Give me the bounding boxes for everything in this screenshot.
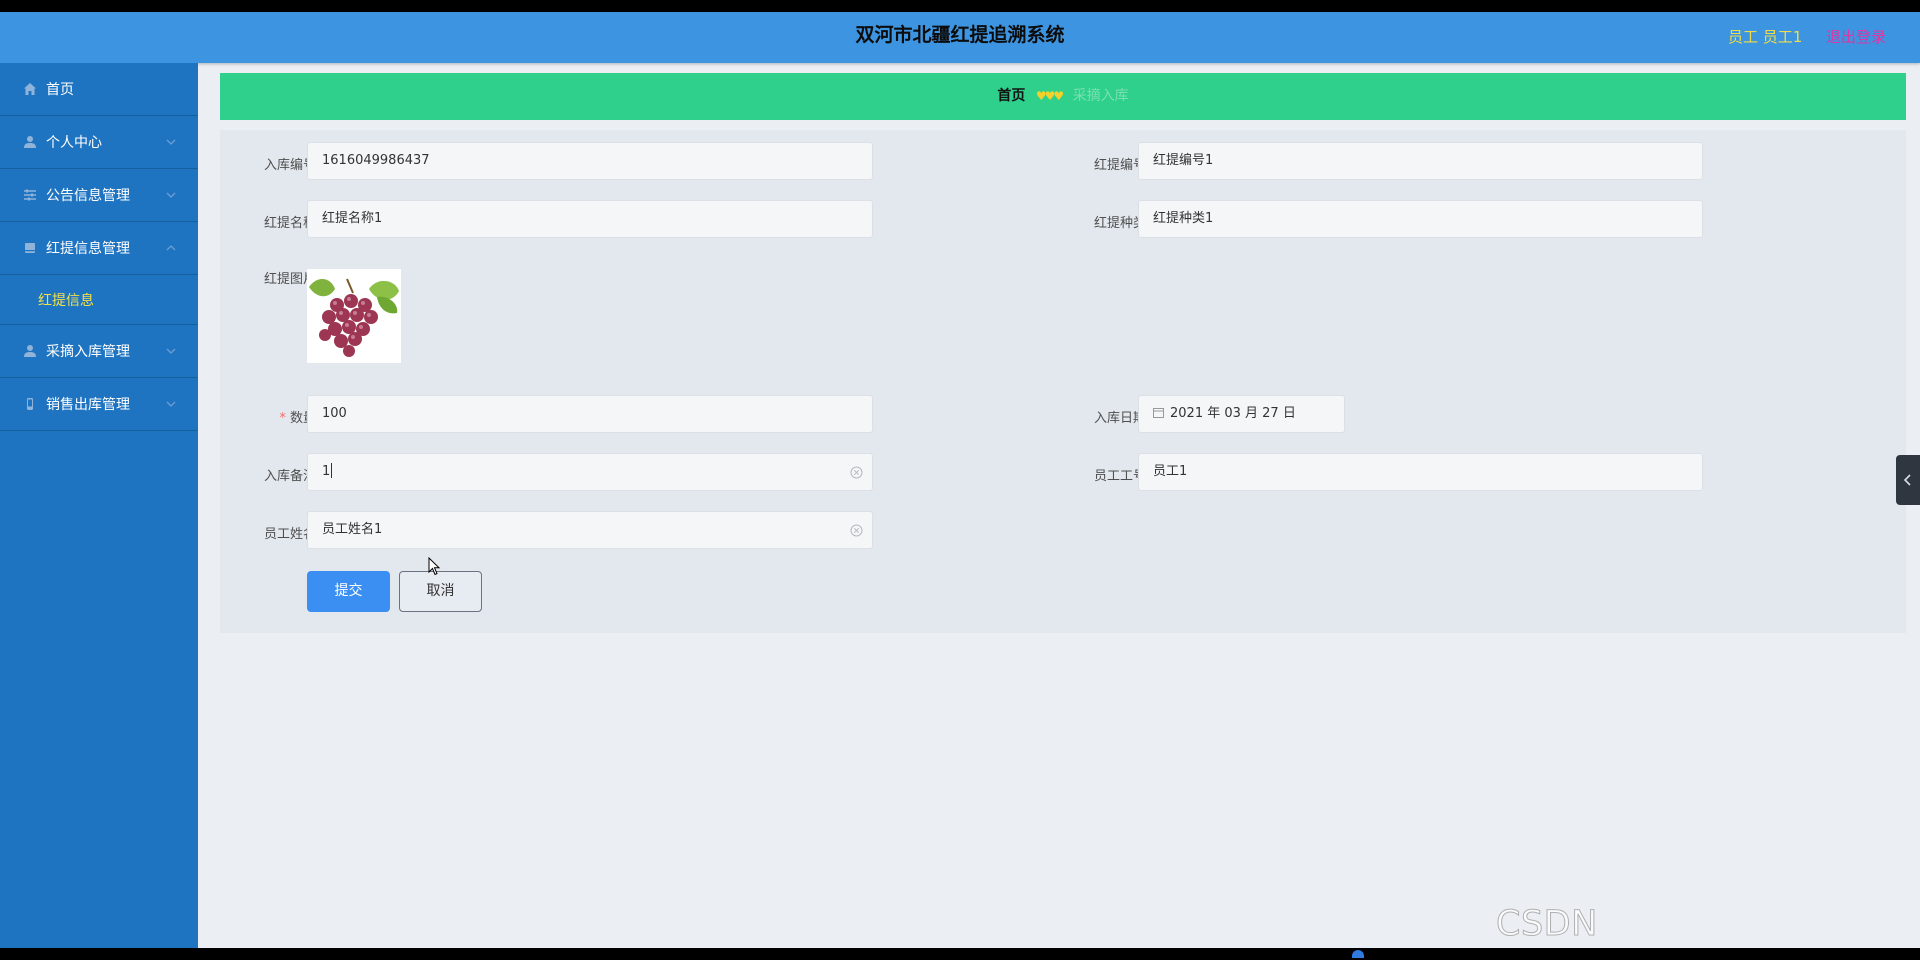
sidebar: 首页 个人中心 公告信息管理 红提信息管理 红提信息 采摘入库管理 销售出库管理 (0, 63, 198, 948)
hongtizl-label: 红提种类 (1093, 216, 1146, 231)
taskbar-indicator (1352, 950, 1364, 958)
clear-icon[interactable] (850, 524, 863, 537)
chevron-down-icon (166, 139, 176, 145)
rkbh-input[interactable]: 1616049986437 (307, 142, 873, 180)
sidebar-item-label: 采摘入库管理 (46, 344, 130, 360)
submit-button[interactable]: 提交 (307, 571, 390, 612)
ygh-label: 员工工号 (1093, 469, 1146, 484)
rkbz-input[interactable]: 1 (307, 453, 873, 491)
shuliang-label: * 数量 (236, 407, 316, 426)
sidebar-item-label: 红提信息管理 (46, 241, 130, 257)
box-icon (22, 240, 38, 256)
phone-icon (22, 396, 38, 412)
sidebar-item-notice[interactable]: 公告信息管理 (0, 169, 198, 222)
breadcrumb-separator: ♥♥♥ (1035, 89, 1064, 103)
cancel-button[interactable]: 取消 (399, 571, 482, 612)
breadcrumb-current: 采摘入库 (1072, 88, 1129, 104)
ygxm-input[interactable]: 员工姓名1 (307, 511, 873, 549)
chevron-down-icon (166, 192, 176, 198)
ygxm-value: 员工姓名1 (322, 522, 383, 537)
text-caret (331, 463, 333, 478)
sidebar-item-label: 公告信息管理 (46, 188, 130, 204)
sliders-icon (22, 187, 38, 203)
hongtibh-input[interactable]: 红提编号1 (1138, 142, 1703, 180)
hongtibh-label: 红提编号 (1093, 158, 1146, 173)
rkbh-label: 入库编号 (263, 158, 316, 173)
user-icon (22, 134, 38, 150)
chevron-down-icon (166, 401, 176, 407)
calendar-icon (1153, 408, 1164, 418)
sidebar-item-profile[interactable]: 个人中心 (0, 116, 198, 169)
required-mark: * (279, 411, 286, 426)
rkbz-value: 1 (322, 464, 331, 479)
hongtimc-input[interactable]: 红提名称1 (307, 200, 873, 238)
clear-icon[interactable] (850, 466, 863, 479)
grape-photo[interactable] (307, 269, 401, 363)
sidebar-item-label: 销售出库管理 (46, 397, 130, 413)
rkbz-label: 入库备注 (263, 469, 316, 484)
shuliang-input[interactable]: 100 (307, 395, 873, 433)
breadcrumb-home[interactable]: 首页 (997, 88, 1025, 104)
top-header: 双河市北疆红提追溯系统 员工 员工1 退出登录 (0, 12, 1920, 63)
hongtitp-label: 红提图片 (263, 272, 316, 287)
side-panel-toggle[interactable] (1896, 455, 1920, 505)
app-title: 双河市北疆红提追溯系统 (855, 24, 1065, 46)
ygh-input[interactable]: 员工1 (1138, 453, 1703, 491)
watermark: CSDN @nodejava666666 (1496, 904, 1833, 949)
chevron-left-icon (1903, 474, 1911, 486)
logout-link[interactable]: 退出登录 (1826, 26, 1886, 47)
breadcrumb: 首页 ♥♥♥ 采摘入库 (220, 73, 1906, 120)
sidebar-item-label: 个人中心 (46, 135, 102, 151)
sidebar-item-sales[interactable]: 销售出库管理 (0, 378, 198, 431)
current-user: 员工 员工1 (1728, 28, 1803, 46)
home-icon (22, 81, 38, 97)
form-panel: 入库编号 1616049986437 红提编号 红提编号1 红提名称 红提名称1… (220, 130, 1906, 633)
rkrq-value: 2021 年 03 月 27 日 (1170, 406, 1296, 421)
sidebar-item-hongti[interactable]: 红提信息管理 (0, 222, 198, 275)
sidebar-item-label: 首页 (46, 82, 74, 98)
chevron-up-icon (166, 245, 176, 251)
rkrq-label: 入库日期 (1093, 411, 1146, 426)
hongtizl-input[interactable]: 红提种类1 (1138, 200, 1703, 238)
sidebar-subitem-hongti-info[interactable]: 红提信息 (0, 275, 198, 325)
user-icon (22, 343, 38, 359)
sidebar-item-home[interactable]: 首页 (0, 63, 198, 116)
rkrq-datepicker[interactable]: 2021 年 03 月 27 日 (1138, 395, 1345, 433)
sidebar-item-picking[interactable]: 采摘入库管理 (0, 325, 198, 378)
app-screen: 双河市北疆红提追溯系统 员工 员工1 退出登录 首页 个人中心 公告信息管理 红… (0, 12, 1920, 948)
ygxm-label: 员工姓名 (263, 527, 316, 542)
mouse-cursor-icon (428, 557, 441, 576)
chevron-down-icon (166, 348, 176, 354)
hongtimc-label: 红提名称 (263, 216, 316, 231)
